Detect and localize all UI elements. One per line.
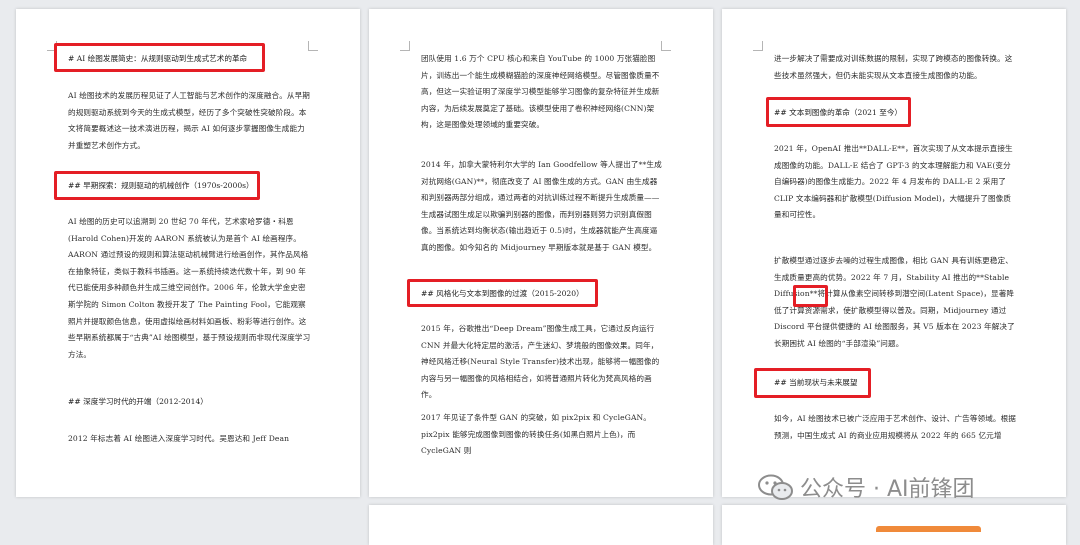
paragraph: 2021 年，OpenAI 推出**DALL-E**，首次实现了从文本提示直接生…	[774, 144, 1013, 220]
highlight-box	[754, 368, 871, 398]
paragraph: 如今，AI 绘图技术已被广泛应用于艺术创作、设计、广告等领域。根据预测，中国生成…	[774, 414, 1017, 440]
highlight-box	[793, 285, 828, 307]
paragraph: AI 绘图的历史可以追溯到 20 世纪 70 年代，艺术家哈罗德・科恩(Haro…	[68, 217, 311, 359]
paragraph: 2012 年标志着 AI 绘图进入深度学习时代。吴恩达和 Jeff Dean	[68, 434, 290, 443]
document-page-4	[369, 505, 713, 545]
highlight-box	[407, 279, 598, 307]
document-page-5	[722, 505, 1066, 545]
paragraph: 团队使用 1.6 万个 CPU 核心和来自 YouTube 的 1000 万张猫…	[421, 54, 660, 130]
highlight-box	[54, 43, 265, 72]
paragraph: 2017 年见证了条件型 GAN 的突破，如 pix2pix 和 CycleGA…	[421, 413, 651, 456]
wechat-icon	[758, 474, 794, 500]
paragraph: 进一步解决了需要成对训练数据的限制，实现了跨模态的图像转换。这些技术虽然强大，但…	[774, 54, 1013, 80]
watermark-text: 公众号 · AI前锋团	[800, 477, 975, 502]
document-page-1: # AI 绘图发展简史：从规则驱动到生成式艺术的革命 AI 绘图技术的发展历程见…	[16, 9, 360, 497]
paragraph: 2015 年，谷歌推出“Deep Dream”图像生成工具，它通过反向运行 CN…	[421, 324, 660, 400]
paragraph: 2014 年，加拿大蒙特利尔大学的 Ian Goodfellow 等人提出了**…	[421, 160, 662, 252]
watermark: 公众号 · AI前锋团	[758, 470, 975, 504]
highlight-box	[766, 97, 911, 127]
margin-corner	[308, 41, 318, 51]
document-page-3: 进一步解决了需要成对训练数据的限制，实现了跨模态的图像转换。这些技术虽然强大，但…	[722, 9, 1066, 497]
document-page-2: 团队使用 1.6 万个 CPU 核心和来自 YouTube 的 1000 万张猫…	[369, 9, 713, 497]
margin-corner	[753, 41, 763, 51]
margin-corner	[400, 41, 410, 51]
paragraph: AI 绘图技术的发展历程见证了人工智能与艺术创作的深度融合。从早期的规则驱动系统…	[68, 91, 311, 150]
scroll-indicator	[876, 526, 981, 532]
margin-corner	[661, 41, 671, 51]
section-heading: ## 深度学习时代的开端（2012-2014）	[68, 397, 208, 406]
highlight-box	[54, 171, 260, 200]
